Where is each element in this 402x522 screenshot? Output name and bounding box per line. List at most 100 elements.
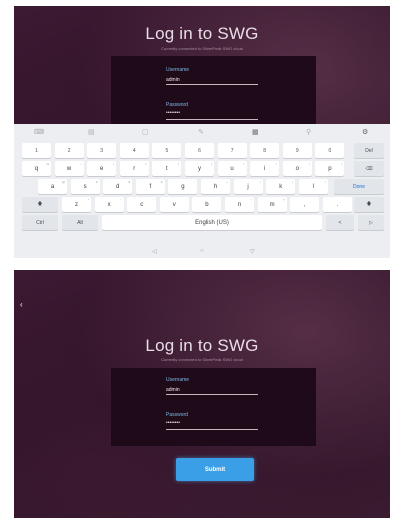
- key-7[interactable]: 7: [217, 143, 247, 158]
- key-g[interactable]: g-: [168, 179, 198, 194]
- key-a[interactable]: a @: [38, 179, 67, 194]
- password-input[interactable]: ••••••••: [166, 110, 258, 120]
- backspace-key[interactable]: ⌫: [354, 161, 384, 176]
- key-z[interactable]: z *: [62, 197, 91, 212]
- key-l-hint: /: [324, 180, 326, 184]
- key-f-hint: &: [160, 180, 163, 184]
- text-selection-icon[interactable]: ▦: [252, 128, 259, 136]
- key-p[interactable]: p}: [315, 161, 345, 176]
- nav-home-icon[interactable]: ○: [200, 248, 204, 254]
- key-5[interactable]: 5: [152, 143, 182, 158]
- login-screen: ‹ Log in to SWG Currently connected to S…: [14, 270, 390, 518]
- login-form: Username Password ••••••••: [111, 368, 316, 446]
- key-s[interactable]: s #: [70, 179, 100, 194]
- login-form: Username Password ••••••••: [111, 56, 316, 124]
- key-v-label: v: [172, 201, 176, 208]
- key-z-label: z: [75, 201, 78, 208]
- key-y-hint: ]: [211, 162, 212, 166]
- delete-key[interactable]: Del: [354, 143, 384, 158]
- space-bar[interactable]: English (US): [102, 215, 322, 230]
- left-arrow-key-label: <: [338, 219, 342, 226]
- alt-key[interactable]: Alt: [62, 215, 98, 230]
- password-label: Password: [166, 102, 188, 108]
- shift-left-key[interactable]: 🡅: [22, 197, 58, 212]
- key-q[interactable]: q%: [22, 161, 51, 176]
- keyboard-icon[interactable]: ⌨: [34, 128, 44, 136]
- key-c-hint: ': [153, 198, 155, 202]
- shift-right-key[interactable]: 🡅: [354, 197, 384, 212]
- key-n[interactable]: n!: [225, 197, 254, 212]
- password-input[interactable]: ••••••••: [166, 420, 258, 430]
- key-t[interactable]: t[: [152, 161, 182, 176]
- page-title: Log in to SWG: [145, 24, 259, 43]
- key-w[interactable]: w \: [54, 161, 84, 176]
- key-d-label: d: [116, 183, 120, 190]
- key-k[interactable]: k): [266, 179, 296, 194]
- ctrl-key[interactable]: Ctrl: [22, 215, 58, 230]
- key-9[interactable]: 9: [282, 143, 312, 158]
- key-8-label: 8: [263, 147, 267, 154]
- key-f[interactable]: f &: [135, 179, 165, 194]
- key-z-hint: *: [87, 198, 89, 202]
- key-t-label: t: [166, 165, 168, 172]
- back-arrow-icon[interactable]: ‹: [20, 300, 23, 309]
- alt-key-label: Alt: [77, 219, 83, 226]
- key-o[interactable]: o{: [282, 161, 312, 176]
- key-o-label: o: [295, 165, 299, 172]
- key-7-label: 7: [230, 147, 234, 154]
- submit-button[interactable]: Submit: [176, 458, 254, 481]
- shift-right-key-label: 🡅: [366, 200, 372, 207]
- settings-icon[interactable]: ⚙: [362, 128, 368, 136]
- key-h[interactable]: h +: [201, 179, 230, 194]
- key-h-hint: +: [226, 180, 228, 184]
- clipboard-icon[interactable]: ▢: [142, 128, 149, 136]
- username-input[interactable]: [166, 385, 258, 395]
- done-key[interactable]: Done: [334, 179, 384, 194]
- page-subtitle: Currently connected to SilverPeak SWG cl…: [161, 357, 243, 362]
- right-arrow-key[interactable]: ▷: [358, 215, 384, 230]
- key-1[interactable]: 1: [22, 143, 51, 158]
- key-j[interactable]: j(: [233, 179, 263, 194]
- key-6[interactable]: 6: [185, 143, 214, 158]
- key-t-hint: [: [178, 162, 180, 166]
- key-x[interactable]: x ": [94, 197, 124, 212]
- key-g-hint: -: [194, 180, 196, 184]
- nav-recents-icon[interactable]: ▽: [250, 248, 255, 255]
- key-i[interactable]: i >: [250, 161, 280, 176]
- key-m[interactable]: m?: [257, 197, 287, 212]
- key-v[interactable]: v:: [159, 197, 189, 212]
- key-period[interactable]: .: [322, 197, 352, 212]
- key-r-label: r: [133, 165, 136, 172]
- key-2[interactable]: 2: [54, 143, 84, 158]
- key-c[interactable]: c ': [127, 197, 157, 212]
- key-4[interactable]: 4: [119, 143, 149, 158]
- key-p-hint: }: [341, 162, 343, 166]
- key-y[interactable]: y]: [185, 161, 214, 176]
- key-1-label: 1: [35, 147, 38, 154]
- gif-icon[interactable]: ▤: [88, 128, 95, 136]
- left-arrow-key[interactable]: <: [326, 215, 354, 230]
- username-input[interactable]: [166, 75, 258, 85]
- key-c-label: c: [140, 201, 144, 208]
- key-3[interactable]: 3: [87, 143, 117, 158]
- key-k-label: k: [279, 183, 283, 190]
- nav-back-icon[interactable]: ◁: [152, 248, 157, 255]
- key-e[interactable]: e |: [87, 161, 117, 176]
- username-label: Username: [166, 67, 190, 73]
- key-u[interactable]: u <: [217, 161, 247, 176]
- key-d[interactable]: d $: [103, 179, 133, 194]
- key-m-hint: ?: [282, 198, 285, 202]
- key-r[interactable]: r =: [119, 161, 149, 176]
- right-arrow-key-label: ▷: [369, 219, 373, 226]
- gear-icon[interactable]: ⚲: [306, 128, 311, 136]
- key-0[interactable]: 0: [315, 143, 345, 158]
- key-e-hint: |: [113, 162, 115, 166]
- key-b[interactable]: b;: [192, 197, 222, 212]
- key-e-label: e: [100, 165, 104, 172]
- key-d-hint: $: [128, 180, 131, 184]
- key-8[interactable]: 8: [250, 143, 280, 158]
- palette-icon[interactable]: ✎: [198, 128, 204, 136]
- key-l[interactable]: l /: [298, 179, 328, 194]
- key-comma[interactable]: ,: [290, 197, 320, 212]
- key-q-label: q: [34, 165, 39, 172]
